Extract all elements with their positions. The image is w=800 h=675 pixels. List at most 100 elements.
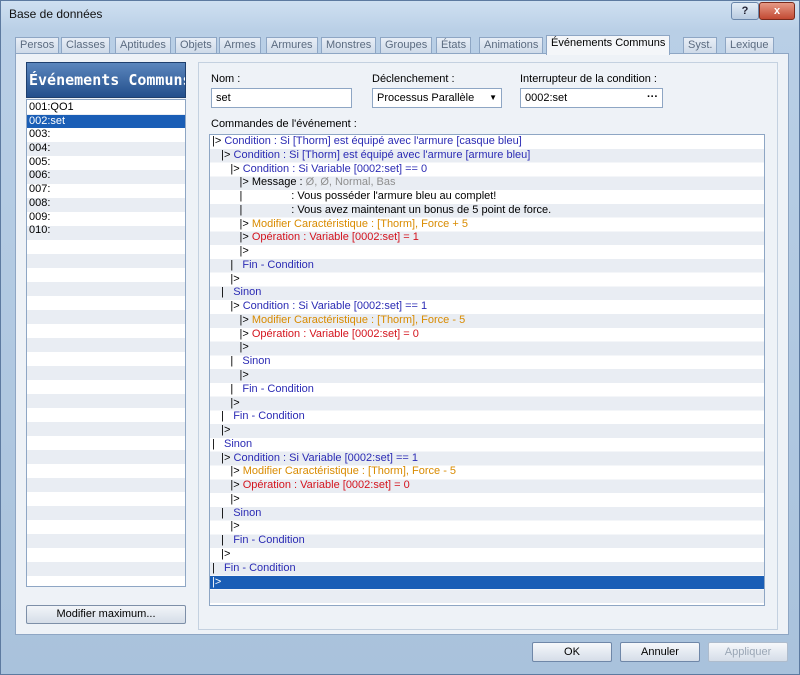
switch-field[interactable]: 0002:set ··· [520,88,663,108]
list-item[interactable]: 007: [27,183,185,197]
command-prefix: |> [212,341,249,354]
list-item[interactable]: 002:set [27,114,185,129]
command-line[interactable]: |> Condition : Si [Thorm] est équipé ave… [210,149,764,163]
command-prefix: |> [212,272,240,285]
command-prefix: |> [212,424,231,437]
command-line[interactable]: |> Opération : Variable [0002:set] = 0 [210,479,764,493]
tab-lexique[interactable]: Lexique [725,37,774,54]
cancel-button[interactable]: Annuler [620,642,700,662]
command-line[interactable]: |> Condition : Si Variable [0002:set] ==… [210,163,764,177]
event-commands-list[interactable]: |> Condition : Si [Thorm] est équipé ave… [209,134,765,606]
ok-button[interactable]: OK [532,642,612,662]
tab-etats[interactable]: États [436,37,472,54]
tab-objets[interactable]: Objets [175,37,217,54]
command-line[interactable]: | Sinon [210,507,764,521]
command-line[interactable]: |> [210,575,764,590]
command-line[interactable]: |> Condition : Si [Thorm] est équipé ave… [210,135,764,149]
command-prefix: |> [212,575,222,588]
command-prefix: |> [212,520,240,533]
command-line[interactable]: |> Modifier Caractéristique : [Thorm], F… [210,465,764,479]
command-prefix: |> [212,396,240,409]
command-line[interactable]: |> [210,548,764,562]
tab-monstres[interactable]: Monstres [321,37,377,54]
event-list[interactable]: 001:QO1 002:set 003: 004: 005: 006: 007: 008: 00… [26,99,186,587]
tab-persos[interactable]: Persos [15,37,60,54]
trigger-label: Déclenchement : [372,73,455,85]
command-prefix: |> [212,465,243,478]
command-line[interactable]: | Sinon [210,355,764,369]
command-text: Fin - Condition [242,382,314,395]
list-item[interactable]: 001:QO1 [27,101,185,115]
name-field[interactable]: set [211,88,352,108]
command-prefix: |> [212,479,243,492]
command-prefix: |> [212,369,249,382]
command-line[interactable]: |> [210,520,764,534]
command-line[interactable]: | Fin - Condition [210,562,764,576]
command-prefix: |> [212,492,240,505]
tab-animations[interactable]: Animations [479,37,544,54]
command-prefix: |> Message : [212,176,306,189]
ellipsis-icon: ··· [647,91,658,103]
command-prefix: |> [212,245,249,258]
list-item[interactable]: 006: [27,169,185,183]
list-item[interactable]: 009: [27,211,185,225]
command-line[interactable]: | Sinon [210,286,764,300]
command-line[interactable]: |> Opération : Variable [0002:set] = 0 [210,328,764,342]
command-line[interactable]: | Fin - Condition [210,383,764,397]
trigger-select[interactable]: Processus Parallèle ▼ [372,88,502,108]
command-line[interactable]: |> Condition : Si Variable [0002:set] ==… [210,300,764,314]
tab-panel: Événements Communs 001:QO1 002:set 003: 004… [15,53,789,635]
command-prefix: |> [212,300,243,313]
command-text: Condition : Si Variable [0002:set] == 0 [242,162,428,175]
command-prefix: | [212,286,234,299]
list-item[interactable]: 008: [27,197,185,211]
command-line[interactable]: |> [210,397,764,411]
command-line[interactable]: |> [210,245,764,259]
command-line[interactable]: | Fin - Condition [210,534,764,548]
tab-syst[interactable]: Syst. [683,37,718,54]
command-line[interactable]: |> Modifier Caractéristique : [Thorm], F… [210,218,764,232]
command-text: Ø, Ø, Normal, Bas [305,176,396,189]
database-window: Base de données ? x Persos Classes Aptit… [0,0,800,675]
command-text: Condition : Si Variable [0002:set] == 1 [242,300,428,313]
switch-label: Interrupteur de la condition : [520,73,657,85]
command-line[interactable]: |> Opération : Variable [0002:set] = 1 [210,231,764,245]
close-button[interactable]: x [759,2,795,20]
list-item[interactable]: 010: [27,224,185,238]
command-line[interactable]: |> [210,369,764,383]
command-text: Opération : Variable [0002:set] = 1 [251,231,419,244]
list-item[interactable]: 003: [27,128,185,142]
command-prefix: | [212,382,243,395]
event-list-header: Événements Communs [26,62,186,98]
command-line[interactable]: |> [210,493,764,507]
command-line[interactable]: | Sinon [210,438,764,452]
help-button[interactable]: ? [731,2,759,20]
command-text: Sinon [233,286,262,299]
apply-button[interactable]: Appliquer [708,642,788,662]
command-line[interactable]: |> Condition : Si Variable [0002:set] ==… [210,452,764,466]
tab-aptitudes[interactable]: Aptitudes [115,37,171,54]
command-line[interactable]: |> [210,273,764,287]
list-item[interactable]: 004: [27,142,185,156]
command-line[interactable]: | Fin - Condition [210,410,764,424]
modify-maximum-button[interactable]: Modifier maximum... [26,605,186,624]
title-bar[interactable]: Base de données ? x [1,1,799,27]
tab-groupes[interactable]: Groupes [380,37,433,54]
chevron-down-icon: ▼ [489,93,497,102]
tab-evenements-communs[interactable]: Événements Communs [546,35,671,55]
list-item[interactable]: 005: [27,156,185,170]
tab-armes[interactable]: Armes [219,37,261,54]
command-line[interactable]: | : Vous posséder l'armure bleu au compl… [210,190,764,204]
command-line[interactable]: |> [210,341,764,355]
command-prefix: | [212,506,234,519]
command-prefix: |> [212,547,231,560]
command-prefix: |> [212,162,243,175]
command-line[interactable]: | : Vous avez maintenant un bonus de 5 p… [210,204,764,218]
command-line[interactable]: |> [210,424,764,438]
command-line[interactable]: | Fin - Condition [210,259,764,273]
tab-armures[interactable]: Armures [266,37,318,54]
switch-field-value: 0002:set [525,92,568,104]
command-line[interactable]: |> Modifier Caractéristique : [Thorm], F… [210,314,764,328]
tab-classes[interactable]: Classes [61,37,111,54]
command-line[interactable]: |> Message : Ø, Ø, Normal, Bas [210,176,764,190]
